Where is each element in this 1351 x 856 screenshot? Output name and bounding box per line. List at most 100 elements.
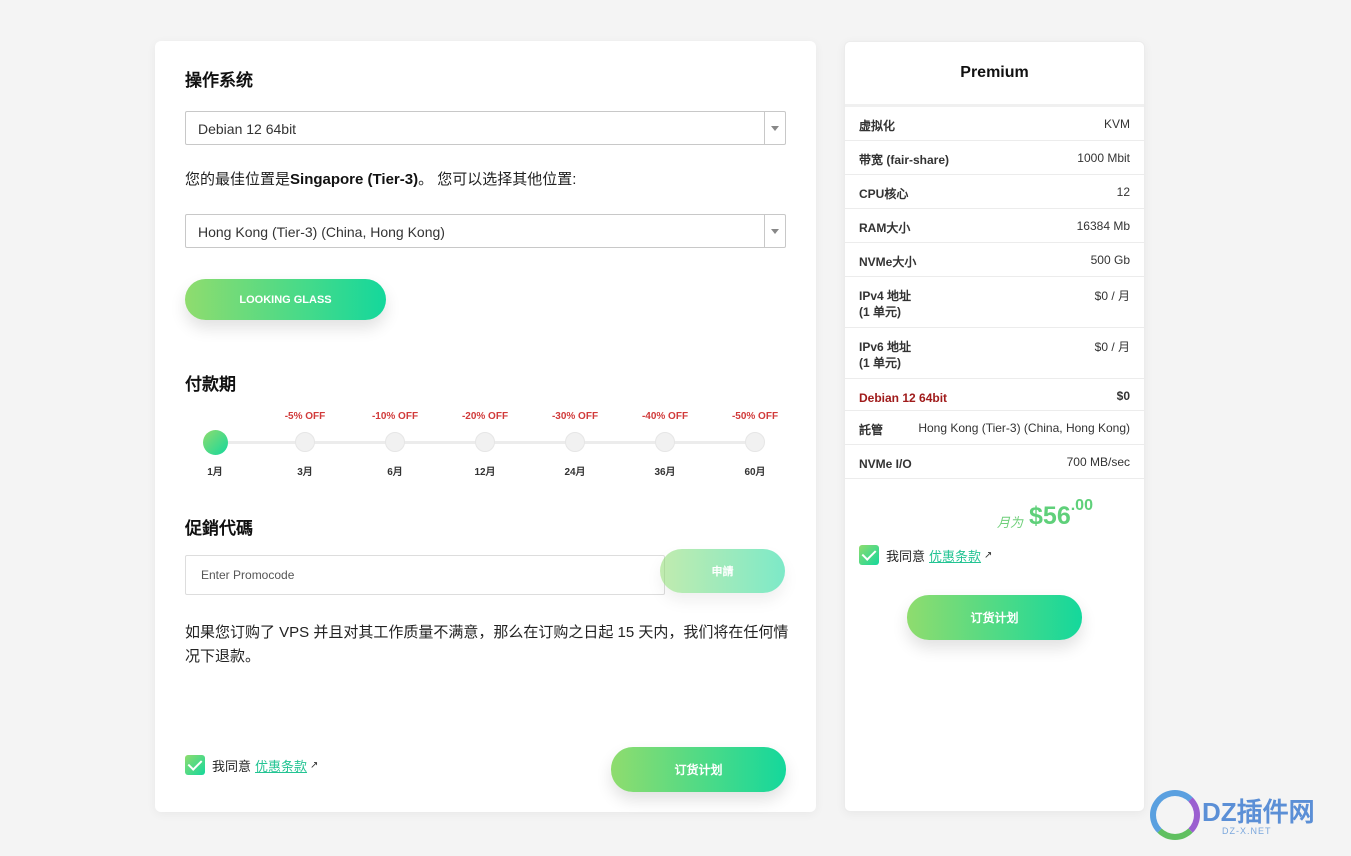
spec-value: 500 Gb xyxy=(1090,253,1130,267)
agree-checkbox[interactable] xyxy=(859,545,879,565)
discount-label: -40% OFF xyxy=(641,411,689,422)
order-plan-button[interactable]: 订货计划 xyxy=(907,595,1082,640)
spec-row: NVMe大小 500 Gb xyxy=(845,243,1144,277)
spec-key-line: 託管 xyxy=(859,423,884,437)
refund-policy-text: 如果您订购了 VPS 并且对其工作质量不满意，那么在订购之日起 15 天内，我们… xyxy=(185,624,789,665)
plan-summary-panel: Premium 虚拟化 KVM 带宽 (fair-share) 1000 Mbit CP… xyxy=(844,41,1145,812)
external-link-icon: ↗ xyxy=(310,759,319,771)
spec-key-line: 带宽 (fair-share) xyxy=(859,153,950,167)
period-label: 1月 xyxy=(207,467,223,478)
spec-row: IPv6 地址 (1 单元) $0 / 月 xyxy=(845,328,1144,379)
spec-key-line: (1 单元) xyxy=(859,305,902,319)
order-config-panel: 操作系统 Debian 12 64bit 您的最佳位置是Singapore (T… xyxy=(155,41,816,812)
spec-value: 12 xyxy=(1116,185,1130,199)
spec-row: 虚拟化 KVM xyxy=(845,107,1144,141)
os-select-value: Debian 12 64bit xyxy=(198,121,297,137)
promo-code-input[interactable] xyxy=(185,555,665,595)
spec-value: $0 / 月 xyxy=(1094,289,1130,303)
spec-key-line: 虚拟化 xyxy=(859,119,896,133)
spec-value: $0 / 月 xyxy=(1094,340,1130,354)
discount-label: -5% OFF xyxy=(284,411,326,422)
discount-label: -30% OFF xyxy=(551,411,599,422)
terms-link[interactable]: 优惠条款 xyxy=(255,756,307,775)
period-label: 6月 xyxy=(387,467,403,478)
spec-row: Debian 12 64bit $0 xyxy=(845,379,1144,411)
spec-value: 16384 Mb xyxy=(1076,219,1130,233)
spec-row: RAM大小 16384 Mb xyxy=(845,209,1144,243)
spec-key-line: IPv4 地址 xyxy=(859,289,912,303)
plan-price: 月为 $56 .00 xyxy=(997,497,1093,531)
spec-key: IPv6 地址 (1 单元) xyxy=(859,339,911,371)
chevron-down-icon[interactable] xyxy=(764,112,785,144)
slider-stop[interactable] xyxy=(655,432,675,452)
spec-value: 700 MB/sec xyxy=(1066,455,1130,469)
best-location: Singapore (Tier-3) xyxy=(290,171,419,188)
period-label: 36月 xyxy=(654,467,676,478)
spec-key: 託管 xyxy=(859,422,883,438)
spec-key: NVMe大小 xyxy=(859,254,916,270)
apply-promo-button[interactable]: 申請 xyxy=(660,549,785,593)
agree-terms: 我同意 优惠条款 ↗ xyxy=(859,545,992,565)
chevron-down-icon[interactable] xyxy=(764,215,785,247)
spec-value: KVM xyxy=(1103,117,1130,131)
plan-title: Premium xyxy=(960,64,1029,81)
best-location-text: 您的最佳位置是Singapore (Tier-3)。 您可以选择其他位置: xyxy=(185,168,576,189)
order-plan-button[interactable]: 订货计划 xyxy=(611,747,786,792)
spec-key: Debian 12 64bit xyxy=(859,390,947,406)
spec-row: IPv4 地址 (1 单元) $0 / 月 xyxy=(845,277,1144,328)
period-label: 60月 xyxy=(744,467,766,478)
spec-value: 1000 Mbit xyxy=(1077,151,1130,165)
spec-key: NVMe I/O xyxy=(859,456,912,472)
external-link-icon: ↗ xyxy=(984,549,993,561)
slider-stop[interactable] xyxy=(745,432,765,452)
spec-key: CPU核心 xyxy=(859,186,908,202)
spec-key-line: RAM大小 xyxy=(859,221,911,235)
location-prefix: 您的最佳位置是 xyxy=(185,171,291,188)
agree-label: 我同意 xyxy=(886,548,926,564)
period-label: 12月 xyxy=(474,467,496,478)
promo-section-title: 促銷代碼 xyxy=(185,519,253,538)
price-period: 月为 xyxy=(997,515,1024,530)
agree-label: 我同意 xyxy=(212,758,252,774)
spec-key: 虚拟化 xyxy=(859,118,895,134)
spec-key: 带宽 (fair-share) xyxy=(859,152,949,168)
spec-value: Hong Kong (Tier-3) (China, Hong Kong) xyxy=(918,421,1130,435)
spec-key-line: NVMe大小 xyxy=(859,255,917,269)
slider-stop[interactable] xyxy=(475,432,495,452)
slider-stop[interactable] xyxy=(385,432,405,452)
price-cents: .00 xyxy=(1070,497,1093,514)
watermark-text: DZ插件网 xyxy=(1202,797,1315,827)
spec-key: RAM大小 xyxy=(859,220,910,236)
watermark-subtext: DZ-X.NET xyxy=(1222,826,1272,836)
location-select-value: Hong Kong (Tier-3) (China, Hong Kong) xyxy=(198,224,445,240)
price-amount: $56 xyxy=(1029,502,1071,530)
period-label: 24月 xyxy=(564,467,586,478)
os-select[interactable]: Debian 12 64bit xyxy=(185,111,786,145)
discount-label: -20% OFF xyxy=(461,411,509,422)
slider-stop[interactable] xyxy=(295,432,315,452)
plan-spec-table: 虚拟化 KVM 带宽 (fair-share) 1000 Mbit CPU核心 12 RAM… xyxy=(845,104,1144,479)
slider-stop[interactable] xyxy=(565,432,585,452)
watermark-check-icon xyxy=(1150,790,1200,840)
os-section-title: 操作系统 xyxy=(185,71,253,90)
billing-section-title: 付款期 xyxy=(185,375,236,394)
spec-row: CPU核心 12 xyxy=(845,175,1144,209)
spec-value: $0 xyxy=(1116,389,1130,403)
spec-key: IPv4 地址 (1 单元) xyxy=(859,288,911,320)
spec-row: 託管 Hong Kong (Tier-3) (China, Hong Kong) xyxy=(845,411,1144,445)
spec-key-line: (1 单元) xyxy=(859,356,902,370)
spec-key-line: NVMe I/O xyxy=(859,457,912,471)
location-select[interactable]: Hong Kong (Tier-3) (China, Hong Kong) xyxy=(185,214,786,248)
spec-key-line: CPU核心 xyxy=(859,187,909,201)
slider-handle[interactable] xyxy=(203,430,228,455)
looking-glass-button[interactable]: LOOKING GLASS xyxy=(185,279,386,320)
period-label: 3月 xyxy=(297,467,313,478)
spec-key-line: Debian 12 64bit xyxy=(859,391,948,405)
spec-key-line: IPv6 地址 xyxy=(859,340,912,354)
watermark-logo: DZ插件网 DZ-X.NET xyxy=(1150,788,1350,848)
discount-label: -10% OFF xyxy=(371,411,419,422)
agree-terms: 我同意 优惠条款 ↗ xyxy=(185,755,318,775)
agree-checkbox[interactable] xyxy=(185,755,205,775)
discount-label: -50% OFF xyxy=(731,411,779,422)
terms-link[interactable]: 优惠条款 xyxy=(929,546,981,565)
